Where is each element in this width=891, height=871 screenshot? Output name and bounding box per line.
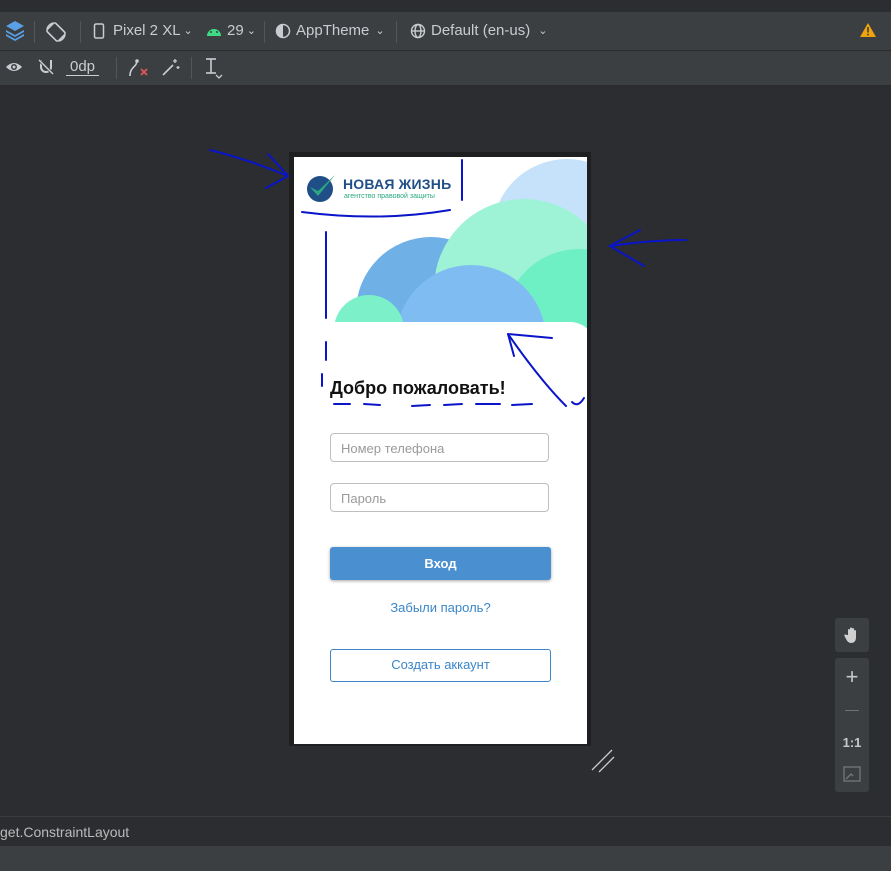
zoom-in-button[interactable]: +: [835, 662, 869, 692]
annotation-mark: [571, 397, 585, 406]
hand-pan-icon[interactable]: [835, 620, 869, 650]
pan-tool-panel: [835, 618, 869, 652]
annotation-arrow: [507, 333, 567, 407]
annotation-overlay: [209, 149, 687, 407]
annotation-dashed-line: [321, 341, 327, 387]
component-path[interactable]: get.ConstraintLayout: [0, 824, 129, 840]
annotation-arrow: [607, 229, 645, 267]
annotation-dashed-underline: [333, 403, 533, 407]
zoom-fit-icon[interactable]: [835, 759, 869, 789]
zoom-out-button[interactable]: —: [835, 694, 869, 724]
component-tree-breadcrumb: get.ConstraintLayout: [0, 816, 891, 847]
bottom-bar: [0, 846, 891, 871]
zoom-controls: + — 1:1: [835, 658, 869, 792]
zoom-actual-size-button[interactable]: 1:1: [835, 727, 869, 757]
annotation-underline: [301, 209, 451, 218]
